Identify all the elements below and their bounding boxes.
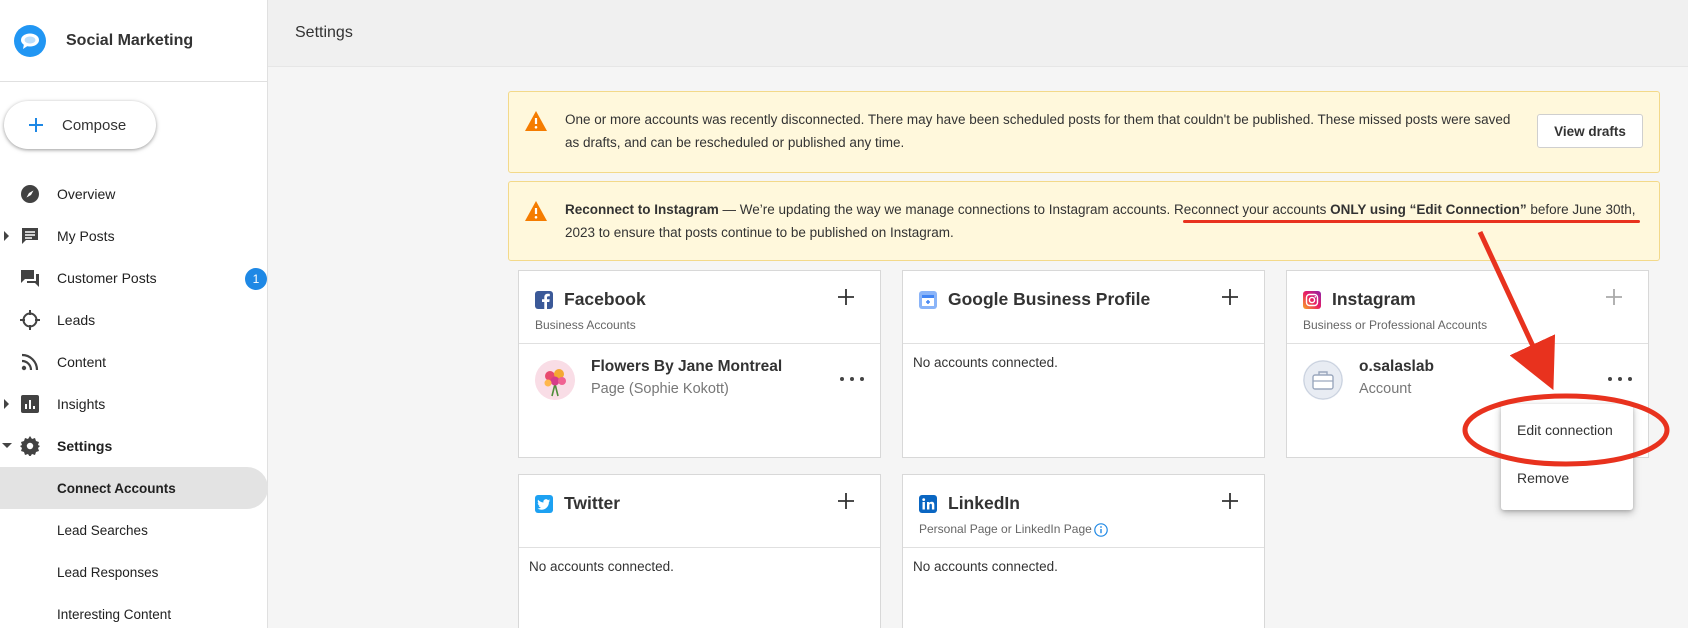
twitter-icon: [535, 495, 553, 513]
annotation-underline: [1183, 220, 1640, 223]
facebook-card: Facebook Business Accounts Flowers By Ja…: [518, 270, 881, 458]
sidebar-item-label: My Posts: [57, 228, 115, 244]
alert-title: Reconnect to Instagram: [565, 202, 719, 217]
sidebar-subitem-interesting-content[interactable]: Interesting Content: [0, 593, 268, 628]
facebook-icon: [535, 291, 553, 309]
sidebar-subitem-connect-accounts[interactable]: Connect Accounts: [0, 467, 268, 509]
empty-state: No accounts connected.: [913, 559, 1058, 574]
compass-icon: [20, 184, 40, 204]
add-account-button[interactable]: [1218, 285, 1242, 309]
sidebar-item-content[interactable]: Content: [0, 341, 268, 383]
sidebar-subitem-label: Interesting Content: [57, 606, 172, 622]
linkedin-icon: [919, 495, 937, 513]
sidebar-subitem-lead-responses[interactable]: Lead Responses: [0, 551, 268, 593]
google-business-card: Google Business Profile No accounts conn…: [902, 270, 1265, 458]
expand-caret-icon[interactable]: [4, 399, 9, 409]
edit-connection-menu-item[interactable]: Edit connection: [1517, 422, 1613, 438]
alert-reconnect-text: Reconnect your accounts: [1174, 202, 1331, 217]
account-name: Flowers By Jane Montreal: [591, 358, 783, 375]
sidebar-subitem-label: Lead Searches: [57, 522, 148, 538]
sidebar-item-my-posts[interactable]: My Posts: [0, 215, 268, 257]
more-options-icon[interactable]: [1608, 372, 1632, 386]
sidebar-item-label: Insights: [57, 396, 106, 412]
alert-message: One or more accounts was recently discon…: [565, 112, 1511, 150]
add-account-button[interactable]: [1602, 285, 1626, 309]
sidebar-item-label: Overview: [57, 186, 116, 202]
sidebar-item-customer-posts[interactable]: Customer Posts 1: [0, 257, 268, 299]
sidebar-item-label: Content: [57, 354, 107, 370]
twitter-card: Twitter No accounts connected.: [518, 474, 881, 628]
add-account-button[interactable]: [1218, 489, 1242, 513]
sidebar-subitem-lead-searches[interactable]: Lead Searches: [0, 509, 268, 551]
card-body: No accounts connected.: [519, 548, 880, 628]
info-icon[interactable]: [1094, 523, 1108, 537]
alert-intro: — We’re updating the way we manage conne…: [718, 202, 1175, 217]
linkedin-card: LinkedIn Personal Page or LinkedIn Page …: [902, 474, 1265, 628]
empty-state: No accounts connected.: [529, 559, 674, 574]
warning-icon: [524, 110, 548, 132]
instagram-icon: [1303, 291, 1321, 309]
compose-button[interactable]: Compose: [4, 101, 156, 149]
rss-icon: [20, 352, 40, 372]
card-title: Twitter: [564, 493, 621, 513]
sidebar-item-label: Settings: [57, 438, 113, 454]
account-row: Flowers By Jane Montreal Page (Sophie Ko…: [519, 344, 880, 458]
warning-icon: [524, 200, 548, 222]
account-type: Account: [1359, 381, 1412, 397]
card-header: Instagram Business or Professional Accou…: [1287, 271, 1648, 344]
sidebar-nav: Overview My Posts Customer Posts 1 Leads: [0, 173, 268, 628]
card-subtitle: Personal Page or LinkedIn Page: [919, 522, 1092, 536]
brand: Social Marketing: [0, 0, 267, 82]
disconnected-accounts-alert: One or more accounts was recently discon…: [508, 91, 1660, 173]
card-header: LinkedIn Personal Page or LinkedIn Page: [903, 475, 1264, 548]
empty-state: No accounts connected.: [913, 355, 1058, 370]
compose-label: Compose: [62, 116, 127, 134]
card-header: Twitter: [519, 475, 880, 548]
card-body: No accounts connected.: [903, 344, 1264, 458]
chat-bubble-logo-icon: [14, 24, 46, 57]
remove-menu-item[interactable]: Remove: [1517, 470, 1569, 486]
card-title: Google Business Profile: [948, 289, 1151, 309]
sidebar-subitem-label: Connect Accounts: [57, 480, 176, 496]
sidebar-item-label: Leads: [57, 312, 96, 328]
account-name: o.salaslab: [1359, 358, 1434, 375]
page-title: Settings: [295, 24, 353, 41]
briefcase-avatar-icon: [1303, 360, 1343, 400]
alert-emphasis: ONLY using “Edit Connection”: [1330, 202, 1527, 217]
card-header: Google Business Profile: [903, 271, 1264, 344]
card-title: LinkedIn: [948, 493, 1020, 513]
card-title: Instagram: [1332, 289, 1416, 309]
forum-icon: [20, 268, 40, 288]
card-body: No accounts connected.: [903, 548, 1264, 628]
collapse-caret-icon[interactable]: [2, 443, 12, 448]
account-options-menu: Edit connection Remove: [1501, 404, 1633, 510]
card-subtitle: Business Accounts: [535, 318, 636, 332]
sidebar-item-overview[interactable]: Overview: [0, 173, 268, 215]
google-business-icon: [919, 291, 937, 309]
app-name: Social Marketing: [66, 31, 194, 49]
crosshair-icon: [20, 310, 40, 330]
gear-icon: [20, 436, 40, 456]
sidebar-item-label: Customer Posts: [57, 270, 157, 286]
account-type: Page (Sophie Kokott): [591, 381, 729, 397]
expand-caret-icon[interactable]: [4, 231, 9, 241]
avatar: [535, 360, 575, 400]
plus-icon: [24, 113, 48, 137]
message-icon: [20, 226, 40, 246]
view-drafts-button[interactable]: View drafts: [1537, 114, 1643, 148]
add-account-button[interactable]: [834, 489, 858, 513]
add-account-button[interactable]: [834, 285, 858, 309]
sidebar-item-leads[interactable]: Leads: [0, 299, 268, 341]
card-title: Facebook: [564, 289, 646, 309]
card-subtitle: Business or Professional Accounts: [1303, 318, 1488, 332]
sidebar: Social Marketing Compose Overview My Pos…: [0, 0, 268, 628]
count-badge: 1: [245, 268, 267, 290]
card-header: Facebook Business Accounts: [519, 271, 880, 344]
more-options-icon[interactable]: [840, 372, 864, 386]
sidebar-item-settings[interactable]: Settings: [0, 425, 268, 467]
sidebar-item-insights[interactable]: Insights: [0, 383, 268, 425]
sidebar-subitem-label: Lead Responses: [57, 564, 159, 580]
bar-chart-icon: [20, 394, 40, 414]
top-bar: Settings: [268, 0, 1688, 67]
